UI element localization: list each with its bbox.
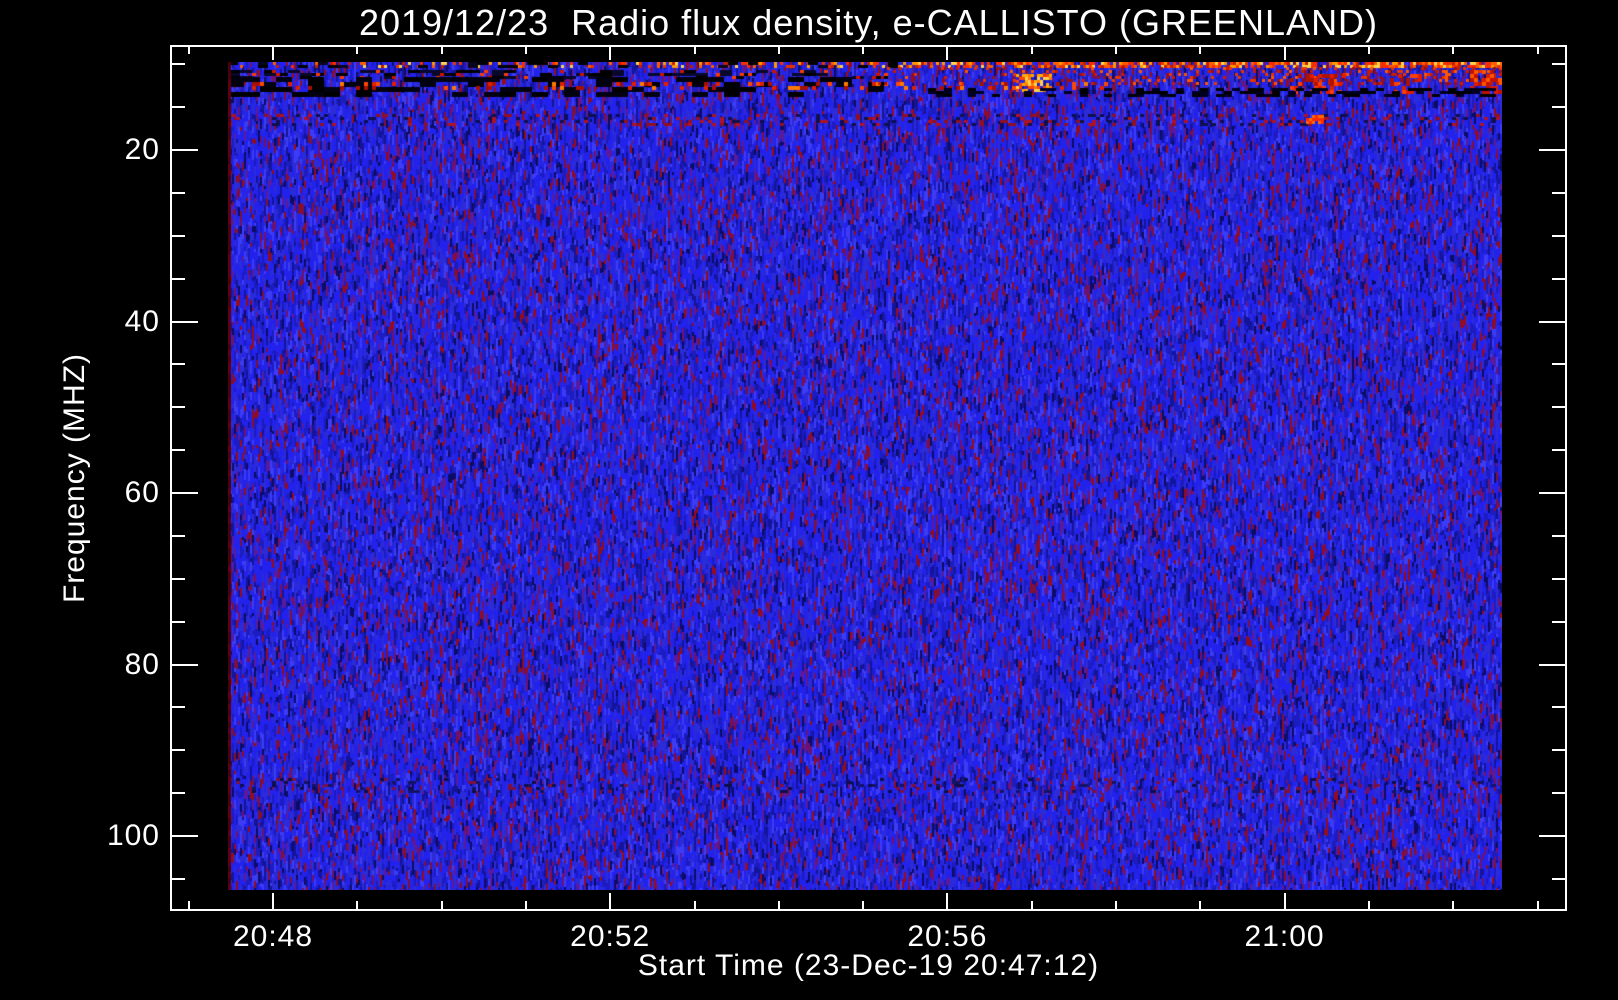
y-major-tick [170,320,198,323]
y-minor-tick [170,749,185,752]
x-minor-tick-top [356,45,359,54]
y-major-tick-right [1539,663,1567,666]
x-major-tick [946,893,949,911]
x-axis-label: Start Time (23-Dec-19 20:47:12) [637,949,1100,982]
x-minor-tick-top [1115,45,1117,54]
x-minor-tick-top [187,45,190,54]
spectrogram-canvas [228,62,1502,890]
y-tick-label: 40 [124,304,160,338]
y-major-tick [170,492,198,494]
y-tick-label: 80 [124,647,160,681]
x-minor-tick [524,901,527,911]
x-minor-tick [356,901,359,911]
x-major-tick [609,893,612,911]
x-minor-tick-top [1452,45,1455,54]
spectrogram-page: 2019/12/23 Radio flux density, e-CALLIST… [0,0,1618,1000]
x-major-tick-top [609,45,612,60]
x-minor-tick-top [693,45,696,54]
x-minor-tick [777,901,780,911]
x-minor-tick-top [440,45,443,54]
y-minor-tick [170,877,185,880]
y-minor-tick [170,191,185,194]
x-minor-tick [1030,901,1033,911]
x-major-tick-top [1283,45,1286,60]
y-tick-label: 100 [106,819,160,852]
y-minor-tick [170,63,185,66]
y-major-tick-right [1539,835,1567,837]
y-minor-tick [170,792,185,795]
x-minor-tick [440,901,443,911]
chart-title: 2019/12/23 Radio flux density, e-CALLIST… [358,2,1379,43]
y-minor-tick [170,449,185,452]
y-major-tick [170,149,198,151]
x-tick-label: 20:56 [907,920,988,953]
y-minor-tick-right [1552,534,1567,537]
y-major-tick-right [1539,492,1567,494]
y-minor-tick-right [1552,792,1567,795]
x-major-tick [272,893,274,911]
x-minor-tick-top [1199,45,1202,54]
x-major-tick-top [272,45,274,60]
y-minor-tick-right [1552,106,1567,109]
x-minor-tick-top [524,45,527,54]
x-minor-tick [1452,901,1455,911]
x-minor-tick-top [777,45,780,54]
x-tick-label: 21:00 [1244,920,1325,953]
y-minor-tick-right [1552,234,1567,237]
y-minor-tick-right [1552,577,1567,580]
x-minor-tick [187,901,190,911]
x-minor-tick [693,901,696,911]
y-minor-tick-right [1552,363,1567,366]
y-tick-label: 60 [124,476,160,509]
x-minor-tick [862,901,865,911]
y-major-tick-right [1539,320,1567,323]
y-minor-tick [170,577,185,580]
y-minor-tick-right [1552,706,1567,709]
y-minor-tick [170,406,185,409]
x-major-tick-top [946,45,949,60]
x-tick-label: 20:48 [232,920,314,953]
y-minor-tick [170,534,185,537]
y-major-tick [170,835,198,837]
x-minor-tick [1536,901,1539,911]
y-minor-tick-right [1552,449,1567,452]
y-tick-label: 20 [124,133,160,166]
x-minor-tick-top [862,45,865,54]
y-minor-tick-right [1552,277,1567,280]
x-minor-tick [1367,901,1370,911]
y-major-tick [170,663,198,666]
y-minor-tick [170,620,185,623]
y-minor-tick [170,363,185,366]
y-minor-tick-right [1552,620,1567,623]
y-minor-tick-right [1552,191,1567,194]
y-minor-tick [170,277,185,280]
x-minor-tick-top [1030,45,1033,54]
y-minor-tick-right [1552,749,1567,752]
y-minor-tick [170,106,185,109]
x-minor-tick-top [1367,45,1370,54]
y-major-tick-right [1539,149,1567,151]
x-tick-label: 20:52 [570,920,651,953]
x-minor-tick [1115,901,1117,911]
x-major-tick [1283,893,1286,911]
y-minor-tick [170,234,185,237]
y-minor-tick-right [1552,63,1567,66]
y-minor-tick-right [1552,406,1567,409]
x-minor-tick [1199,901,1202,911]
y-minor-tick-right [1552,877,1567,880]
y-minor-tick [170,706,185,709]
x-minor-tick-top [1536,45,1539,54]
